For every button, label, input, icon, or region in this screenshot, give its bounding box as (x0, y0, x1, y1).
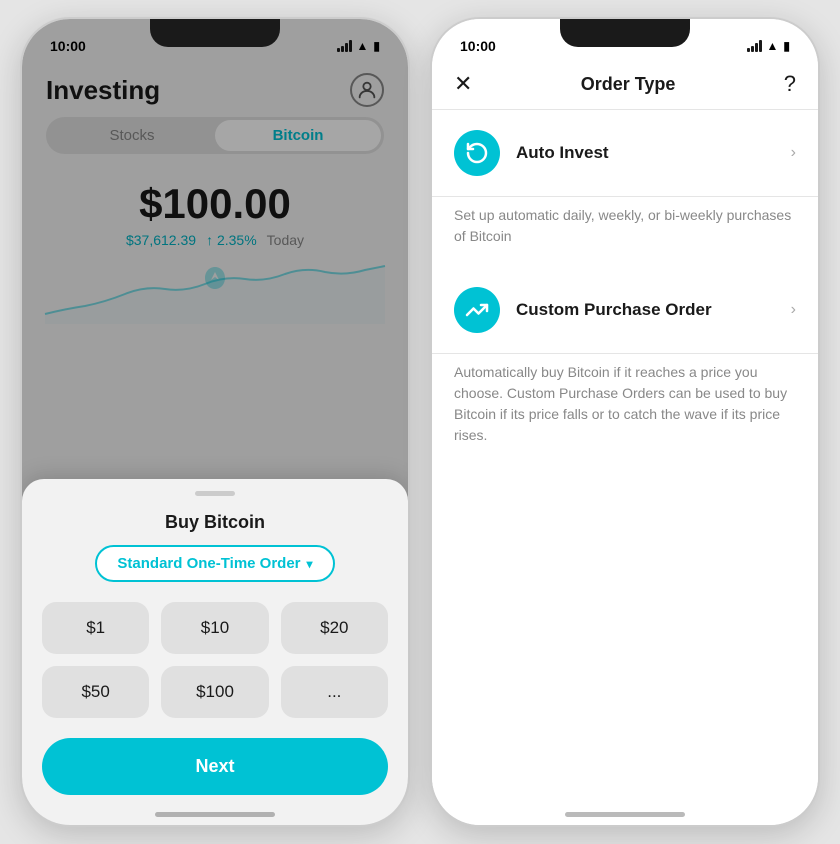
wifi-icon-right: ▲ (767, 39, 779, 53)
signal-bars-icon-right (747, 40, 762, 52)
custom-purchase-title: Custom Purchase Order (516, 300, 775, 320)
help-icon[interactable]: ? (784, 71, 796, 97)
sheet-title: Buy Bitcoin (42, 512, 388, 533)
close-icon[interactable]: ✕ (454, 73, 472, 95)
custom-purchase-content: Custom Purchase Order (516, 300, 775, 320)
auto-invest-content: Auto Invest (516, 143, 775, 163)
order-type-header: ✕ Order Type ? (432, 63, 818, 110)
chevron-right-icon-auto: › (791, 144, 796, 162)
custom-purchase-item[interactable]: Custom Purchase Order › (432, 267, 818, 354)
status-time-right: 10:00 (460, 38, 496, 54)
amount-100[interactable]: $100 (161, 666, 268, 718)
phone-notch-right (560, 19, 690, 47)
home-indicator-right (565, 812, 685, 817)
home-indicator (155, 812, 275, 817)
sheet-handle (195, 491, 235, 496)
amount-50[interactable]: $50 (42, 666, 149, 718)
order-type-label: Standard One-Time Order (117, 555, 300, 572)
auto-invest-title: Auto Invest (516, 143, 775, 163)
status-icons-right: ▲ ▮ (747, 39, 791, 53)
next-button[interactable]: Next (42, 738, 388, 795)
auto-invest-description: Set up automatic daily, weekly, or bi-we… (454, 205, 796, 247)
amount-20[interactable]: $20 (281, 602, 388, 654)
amount-more[interactable]: ... (281, 666, 388, 718)
order-type-selector[interactable]: Standard One-Time Order ▾ (95, 545, 334, 582)
battery-icon-right: ▮ (783, 39, 790, 53)
order-type-screen: 10:00 ▲ ▮ ✕ Order Type ? (432, 19, 818, 825)
custom-purchase-icon (454, 287, 500, 333)
left-phone: 10:00 ▲ ▮ Investing (20, 17, 410, 827)
chevron-right-icon-custom: › (791, 301, 796, 319)
amount-10[interactable]: $10 (161, 602, 268, 654)
amount-grid: $1 $10 $20 $50 $100 ... (42, 602, 388, 718)
order-type-title: Order Type (581, 74, 676, 95)
home-screen: 10:00 ▲ ▮ Investing (22, 19, 408, 825)
right-phone: 10:00 ▲ ▮ ✕ Order Type ? (430, 17, 820, 827)
auto-invest-item[interactable]: Auto Invest › (432, 110, 818, 197)
auto-invest-icon (454, 130, 500, 176)
phone-notch (150, 19, 280, 47)
bottom-sheet: Buy Bitcoin Standard One-Time Order ▾ $1… (22, 479, 408, 825)
amount-1[interactable]: $1 (42, 602, 149, 654)
custom-purchase-description: Automatically buy Bitcoin if it reaches … (454, 362, 796, 446)
chevron-down-icon: ▾ (307, 557, 313, 571)
